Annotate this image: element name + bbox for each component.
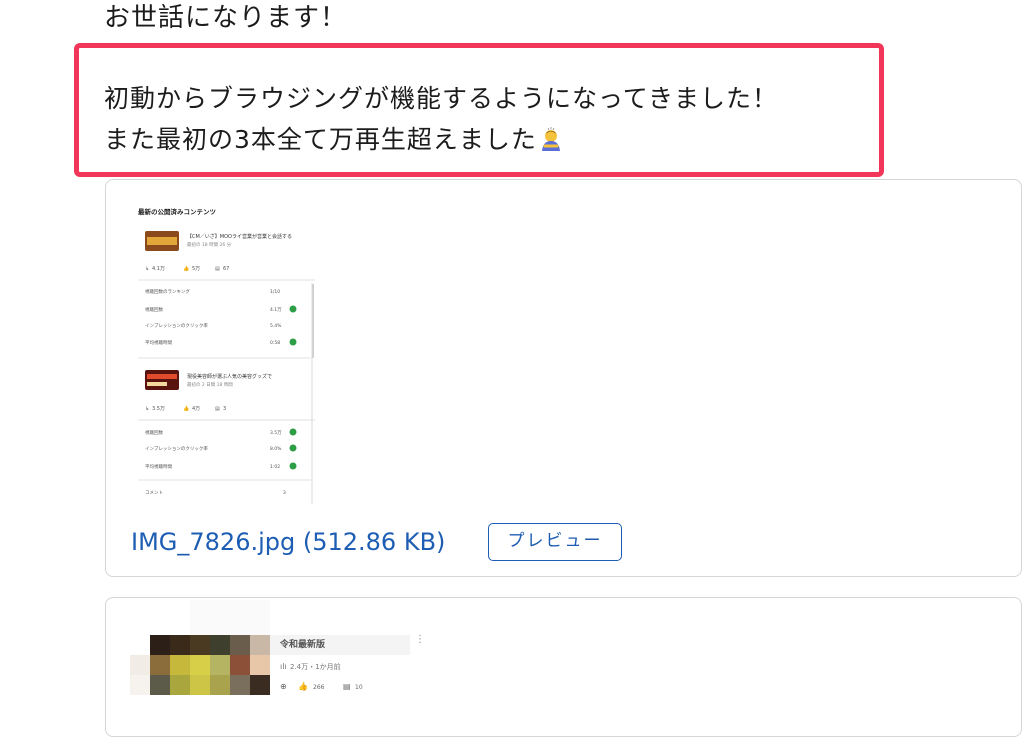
thumb-video1-row3-value: 0:58 xyxy=(270,340,280,346)
thumb-video1-row2-value: 5.4% xyxy=(270,323,282,329)
attachment-thumbnail[interactable]: 最新の公開済みコンテンツ 【CM／いざ】MOOライ営業が営業と会話する 最初の … xyxy=(135,198,315,504)
thumb-video1-views: 4.1万 xyxy=(152,266,165,272)
thumb-heading: 最新の公開済みコンテンツ xyxy=(138,207,217,216)
thumb-video2-meta: 最初の 2 日間 18 時間 xyxy=(187,381,233,388)
svg-text:▤: ▤ xyxy=(215,266,220,272)
thumb-video2-likes: 4万 xyxy=(192,406,200,412)
thumb-video1-ranking-value: 1/10 xyxy=(270,289,280,295)
preview-button[interactable]: プレビュー xyxy=(488,523,622,561)
thumb-video2-comments-label: コメント xyxy=(145,490,163,496)
thumb-video1-likes: 5万 xyxy=(192,266,200,272)
thumb-video1-row1-label: 視聴回数 xyxy=(145,306,163,313)
attachment2-comments: 10 xyxy=(355,684,363,691)
message-line-1: 初動からブラウジングが機能するようになってきました！ xyxy=(104,84,779,113)
attachment2-meta: 2.4万・1か月前 xyxy=(290,662,341,671)
thumb-video1-comments: 67 xyxy=(223,266,229,272)
message-line-2: また最初の3本全て万再生超えました xyxy=(104,123,563,157)
thumb-video1-ranking-label: 視聴回数のランキング xyxy=(145,288,190,295)
pixelated-attachment-preview[interactable]: 令和最新版 ⋮ ılı 2.4万・1か月前 ⊕ 👍 266 ▤ 10 xyxy=(130,600,430,705)
thumb-video2-row2-value: 8.0% xyxy=(270,446,282,452)
svg-text:▤: ▤ xyxy=(343,682,351,691)
thumb-video1-title: 【CM／いざ】MOOライ営業が営業と会話する xyxy=(187,233,292,240)
thumb-video2-title: 現役美容師が選ぶ人気の美容グッズで xyxy=(187,373,272,380)
thumb-video2-image xyxy=(145,370,179,390)
thumb-video2-comments-value: 3 xyxy=(283,490,286,496)
thumb-video2-row1-label: 視聴回数 xyxy=(145,429,163,436)
attachment2-likes: 266 xyxy=(313,684,325,691)
svg-text:▤: ▤ xyxy=(215,406,220,412)
thumb-video2-views: 3.5万 xyxy=(152,406,165,412)
svg-text:ılı: ılı xyxy=(280,662,287,671)
svg-text:👍: 👍 xyxy=(183,265,189,272)
message-greeting: お世話になります！ xyxy=(104,3,348,33)
svg-text:👍: 👍 xyxy=(298,681,308,691)
svg-text:👍: 👍 xyxy=(183,405,189,412)
thumb-video2-row3-label: 平均視聴時間 xyxy=(145,463,172,470)
svg-text:↳: ↳ xyxy=(145,266,149,272)
thumb-video1-row1-value: 4.1万 xyxy=(270,307,282,313)
thumb-video2-row3-value: 1:02 xyxy=(270,464,280,470)
file-name-link[interactable]: IMG_7826.jpg (512.86 KB) xyxy=(131,525,445,559)
thumb-video2-row2-label: インプレッションのクリック率 xyxy=(145,445,208,452)
thumb-video2-row1-value: 3.5万 xyxy=(270,430,282,436)
svg-text:⋮: ⋮ xyxy=(415,634,425,645)
svg-text:⊕: ⊕ xyxy=(280,682,287,691)
svg-text:↳: ↳ xyxy=(145,406,149,412)
person-bowing-emoji xyxy=(541,127,560,151)
thumb-video1-meta: 最初の 18 時間 26 分 xyxy=(187,241,232,248)
attachment2-title: 令和最新版 xyxy=(279,638,325,650)
thumb-video1-row3-label: 平均視聴時間 xyxy=(145,339,172,346)
thumb-video1-row2-label: インプレッションのクリック率 xyxy=(145,322,208,329)
thumb-video2-comments: 3 xyxy=(223,406,226,412)
